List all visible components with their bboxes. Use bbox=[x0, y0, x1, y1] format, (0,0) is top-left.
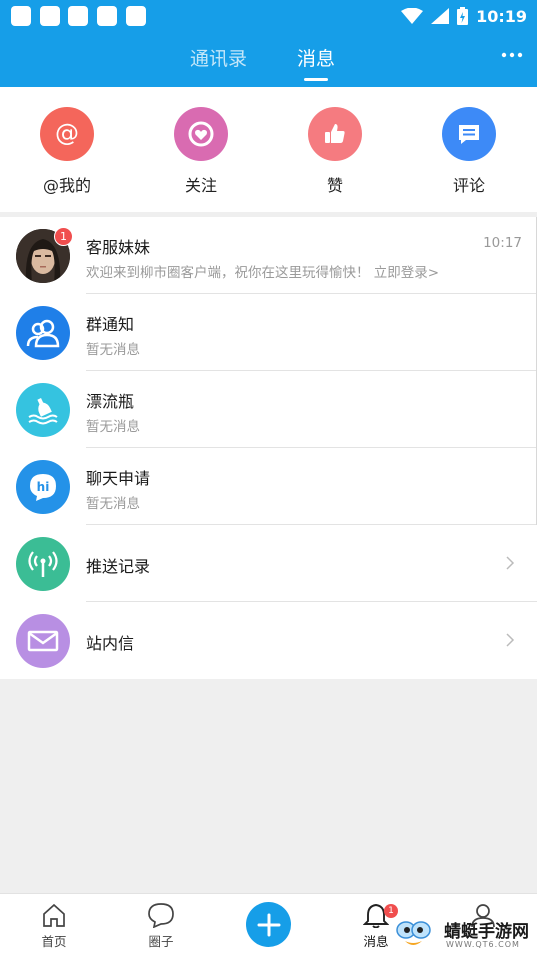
unread-badge: 1 bbox=[54, 227, 73, 246]
header-tabs: 通讯录 消息 bbox=[0, 44, 537, 84]
notification-icon bbox=[68, 6, 88, 26]
quick-action-label: 评论 bbox=[452, 176, 485, 195]
broadcast-icon bbox=[16, 537, 70, 591]
plus-icon bbox=[257, 913, 280, 936]
message-preview: 暂无消息 bbox=[86, 496, 140, 512]
notification-icon bbox=[40, 6, 60, 26]
message-title: 推送记录 bbox=[86, 557, 151, 576]
status-bar: 10:19 bbox=[0, 0, 537, 32]
notification-icon bbox=[11, 6, 31, 26]
bottle-icon bbox=[16, 383, 70, 437]
comment-icon bbox=[442, 107, 496, 161]
tab-messages[interactable]: 消息 bbox=[297, 44, 335, 71]
list-item-chat-request[interactable]: hi 聊天申请 暂无消息 bbox=[0, 448, 537, 525]
home-icon bbox=[43, 903, 65, 927]
quick-actions: @ @我的 关注 赞 评论 bbox=[0, 87, 537, 212]
status-time: 10:19 bbox=[476, 6, 527, 26]
wifi-icon bbox=[401, 8, 424, 24]
list-item-push-history[interactable]: 推送记录 bbox=[0, 525, 537, 602]
quick-action-likes[interactable]: 赞 bbox=[285, 107, 385, 196]
watermark-url: WWW.QT6.COM bbox=[446, 940, 520, 949]
chat-bubble-icon bbox=[148, 903, 174, 928]
mail-icon bbox=[16, 614, 70, 668]
message-title: 站内信 bbox=[86, 634, 135, 653]
heart-circle-icon bbox=[174, 107, 228, 161]
message-preview: 暂无消息 bbox=[86, 419, 140, 435]
svg-text:hi: hi bbox=[37, 480, 50, 494]
group-icon bbox=[16, 306, 70, 360]
thumbs-up-icon bbox=[308, 107, 362, 161]
svg-text:@: @ bbox=[55, 119, 79, 147]
quick-action-follow[interactable]: 关注 bbox=[151, 107, 251, 196]
message-preview: 欢迎来到柳市圈客户端，祝你在这里玩得愉快！ 立即登录> bbox=[86, 265, 440, 281]
message-title: 聊天申请 bbox=[86, 469, 151, 488]
message-title: 客服妹妹 bbox=[86, 238, 151, 257]
nav-label: 消息 bbox=[363, 934, 389, 949]
hi-chat-icon: hi bbox=[16, 460, 70, 514]
nav-label: 圈子 bbox=[148, 934, 174, 949]
more-dots-icon[interactable] bbox=[501, 52, 523, 58]
list-item-group-notice[interactable]: 群通知 暂无消息 bbox=[0, 294, 537, 371]
notification-icon bbox=[126, 6, 146, 26]
plus-button[interactable] bbox=[246, 902, 291, 947]
quick-action-comments[interactable]: 评论 bbox=[419, 107, 519, 196]
tab-active-indicator bbox=[304, 78, 328, 81]
list-item-drift-bottle[interactable]: 漂流瓶 暂无消息 bbox=[0, 371, 537, 448]
watermark-text: 蜻蜓手游网 bbox=[444, 922, 529, 942]
tab-contacts[interactable]: 通讯录 bbox=[190, 44, 247, 71]
message-title: 漂流瓶 bbox=[86, 392, 135, 411]
nav-home[interactable]: 首页 bbox=[24, 902, 84, 950]
quick-action-label: 赞 bbox=[326, 176, 343, 195]
message-preview: 暂无消息 bbox=[86, 342, 140, 358]
list-item-inbox[interactable]: 站内信 bbox=[0, 602, 537, 679]
chevron-right-icon bbox=[506, 556, 515, 570]
chevron-right-icon bbox=[506, 633, 515, 647]
signal-icon bbox=[431, 8, 450, 24]
notification-icon bbox=[97, 6, 117, 26]
message-list: 1 客服妹妹 欢迎来到柳市圈客户端，祝你在这里玩得愉快！ 立即登录> 10:17… bbox=[0, 217, 537, 679]
quick-action-mentions[interactable]: @ @我的 bbox=[17, 107, 117, 196]
top-bar: 10:19 通讯录 消息 bbox=[0, 0, 537, 87]
nav-circle[interactable]: 圈子 bbox=[131, 902, 191, 950]
at-icon: @ bbox=[40, 107, 94, 161]
message-title: 群通知 bbox=[86, 315, 135, 334]
list-item-service[interactable]: 1 客服妹妹 欢迎来到柳市圈客户端，祝你在这里玩得愉快！ 立即登录> 10:17 bbox=[0, 217, 537, 294]
battery-icon bbox=[457, 7, 469, 25]
message-time: 10:17 bbox=[483, 235, 522, 251]
quick-action-label: @我的 bbox=[42, 176, 91, 195]
nav-label: 首页 bbox=[41, 934, 67, 949]
quick-action-label: 关注 bbox=[184, 176, 217, 195]
